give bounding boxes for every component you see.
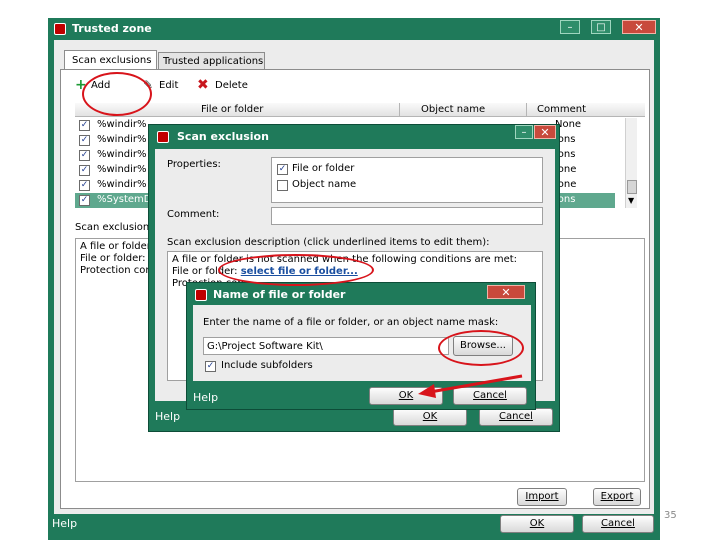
- scroll-down-icon[interactable]: ▼: [628, 196, 634, 205]
- file-or-folder-label: File or folder: [292, 163, 355, 174]
- minimize-button[interactable]: –: [560, 20, 580, 34]
- properties-label: Properties:: [167, 159, 221, 170]
- column-header-object[interactable]: Object name: [421, 104, 485, 115]
- kaspersky-logo-icon: [54, 23, 66, 35]
- export-label: Export: [600, 491, 634, 502]
- column-divider: [526, 103, 527, 117]
- tab-scan-exclusions[interactable]: Scan exclusions: [64, 50, 157, 70]
- row-path: %SystemD: [97, 194, 152, 205]
- main-help-link[interactable]: Help: [52, 517, 77, 530]
- desc-line: File or folder:: [80, 253, 146, 264]
- file-name-dialog-title: Name of file or folder: [213, 288, 346, 301]
- scrollbar-thumb[interactable]: [627, 180, 637, 194]
- scan-dialog-ok-button[interactable]: OK: [393, 408, 467, 426]
- desc-line: Protection cor: [80, 265, 150, 276]
- main-titlebar: Trusted zone – □ ✕: [48, 18, 660, 40]
- comment-input[interactable]: [271, 207, 543, 225]
- main-ok-button[interactable]: OK: [500, 515, 574, 533]
- scan-desc-label: Scan exclusion description (click underl…: [167, 237, 490, 248]
- file-path-value: G:\Project Software Kit\: [207, 341, 323, 352]
- export-button[interactable]: Export: [593, 488, 641, 506]
- include-subfolders-label: Include subfolders: [221, 360, 313, 371]
- close-button[interactable]: ✕: [622, 20, 656, 34]
- row-path: %windir%: [97, 149, 147, 160]
- delete-label: Delete: [215, 80, 248, 91]
- annotation-circle-browse: [438, 330, 524, 366]
- delete-button[interactable]: ✖ Delete: [197, 78, 248, 94]
- include-subfolders-checkbox[interactable]: ✓: [205, 361, 216, 372]
- import-button[interactable]: Import: [517, 488, 567, 506]
- row-checkbox[interactable]: ✓: [79, 165, 90, 176]
- annotation-arrow: [418, 374, 523, 398]
- edit-label: Edit: [159, 80, 179, 91]
- file-or-folder-checkbox[interactable]: ✓: [277, 164, 288, 175]
- scan-ok-label: OK: [422, 411, 438, 422]
- file-name-dialog-close-button[interactable]: ✕: [487, 285, 525, 299]
- object-name-label: Object name: [292, 179, 357, 190]
- row-checkbox[interactable]: ✓: [79, 120, 90, 131]
- row-checkbox[interactable]: ✓: [79, 180, 90, 191]
- file-path-input[interactable]: G:\Project Software Kit\: [203, 337, 449, 355]
- comment-label: Comment:: [167, 209, 220, 220]
- row-path: %windir%: [97, 164, 147, 175]
- properties-box: ✓ File or folder Object name: [271, 157, 543, 203]
- annotation-circle-add: [82, 72, 152, 116]
- kaspersky-logo-icon: [195, 289, 207, 301]
- scan-dialog-help-link[interactable]: Help: [155, 410, 180, 423]
- row-path: %windir%: [97, 134, 147, 145]
- object-name-checkbox[interactable]: [277, 180, 288, 191]
- row-path: %windir%: [97, 179, 147, 190]
- scan-exclusion-desc-label: Scan exclusion: [75, 222, 150, 233]
- row-checkbox[interactable]: ✓: [79, 150, 90, 161]
- scan-dialog-cancel-button[interactable]: Cancel: [479, 408, 553, 426]
- slide-number: 35: [664, 510, 677, 521]
- column-header-file[interactable]: File or folder: [201, 104, 263, 115]
- scan-dialog-title: Scan exclusion: [177, 130, 269, 143]
- import-label: Import: [525, 491, 559, 502]
- desc-line: A file or folder: [80, 241, 151, 252]
- main-window-title: Trusted zone: [72, 22, 152, 35]
- row-checkbox[interactable]: ✓: [79, 195, 90, 206]
- row-checkbox[interactable]: ✓: [79, 135, 90, 146]
- column-divider: [399, 103, 400, 117]
- row-path: %windir%: [97, 119, 147, 130]
- column-header-comment[interactable]: Comment: [537, 104, 586, 115]
- annotation-circle-link: [218, 254, 374, 286]
- delete-x-icon: ✖: [197, 77, 209, 93]
- scan-cancel-label: Cancel: [499, 411, 533, 422]
- table-header: File or folder Object name Comment: [75, 103, 645, 117]
- file-name-dialog-help-link[interactable]: Help: [193, 391, 218, 404]
- table-scrollbar[interactable]: ▼: [625, 118, 637, 208]
- main-ok-label: OK: [529, 518, 545, 529]
- scan-dialog-close-button[interactable]: ✕: [534, 125, 556, 139]
- file-name-instruction: Enter the name of a file or folder, or a…: [203, 317, 499, 328]
- main-cancel-label: Cancel: [601, 518, 635, 529]
- kaspersky-logo-icon: [157, 131, 169, 143]
- tab-trusted-applications[interactable]: Trusted applications: [158, 52, 265, 70]
- main-cancel-button[interactable]: Cancel: [582, 515, 654, 533]
- scan-dialog-minimize-button[interactable]: –: [515, 125, 533, 139]
- maximize-button[interactable]: □: [591, 20, 611, 34]
